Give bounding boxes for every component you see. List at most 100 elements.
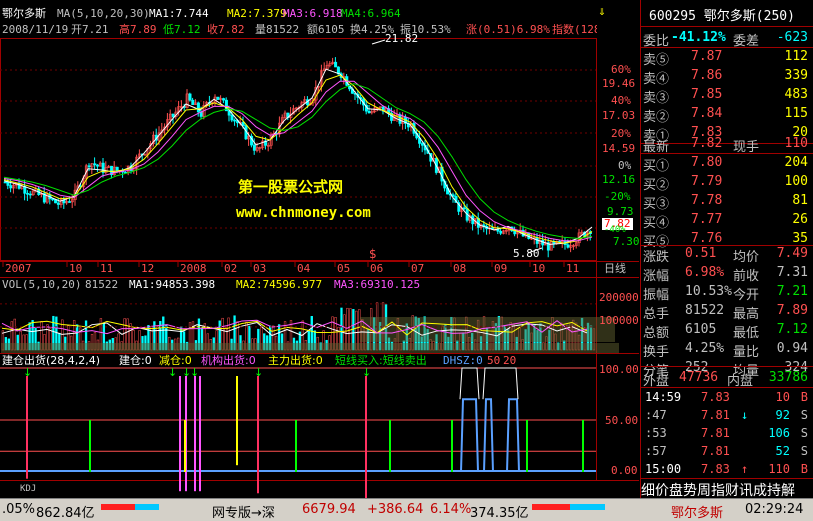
x-tick-label: 06	[370, 262, 384, 275]
tick-volume: 92	[775, 408, 790, 422]
info-change: 涨(0.51)6.98%	[466, 23, 550, 36]
weicha-value: -623	[776, 30, 808, 45]
candle-body	[93, 163, 97, 166]
peak-price-label: 21.82	[385, 32, 419, 45]
bid-volume: 100	[784, 174, 808, 189]
waipan-row: 外盘 47736 内盘 33786	[641, 368, 813, 389]
sz-pct: 6.14%	[430, 502, 472, 517]
tick-row: :47 7.81 ↓ 92 S	[641, 407, 813, 425]
bid-row[interactable]: 买① 7.80 204	[641, 153, 813, 174]
candle-body	[196, 102, 200, 113]
stat-value: 10.53%	[685, 284, 732, 299]
price-label: 19.46	[602, 77, 636, 90]
price-label: 14.59	[602, 142, 636, 155]
chart-canvas[interactable]: $↓ ↓ ↓↓ ↓ ↓	[0, 0, 639, 498]
x-tick-label: 10	[69, 262, 83, 275]
ma1-value: MA1:7.744	[149, 7, 209, 20]
status-center-label[interactable]: 网专版→深	[212, 502, 275, 521]
info-volume: 量81522	[255, 23, 300, 36]
stat-value: 0.94	[776, 341, 808, 356]
tick-price: 7.81	[701, 444, 730, 458]
last-price: 7.82	[691, 136, 723, 151]
tick-side: S	[800, 408, 808, 422]
stat-row: 总手 81522 最高 7.89	[641, 301, 813, 322]
bottom-tabs[interactable]: 细价盘势周指财讯成持解	[641, 478, 813, 499]
candle-body	[566, 244, 570, 248]
x-tick-label: 05	[337, 262, 351, 275]
status-left-amt: 862.84亿	[36, 506, 95, 521]
bid-volume: 81	[792, 193, 808, 208]
low-price-label: 5.80	[513, 247, 540, 260]
stock-name-label: 鄂尔多斯	[2, 7, 46, 20]
tick-price: 7.81	[701, 408, 730, 422]
x-tick-label: 07	[411, 262, 425, 275]
candle-body	[188, 93, 192, 101]
watermark-title: 第一股票公式网	[238, 178, 344, 196]
jgch-label: 机构出货:0	[201, 354, 256, 367]
x-tick-label: 2008	[180, 262, 207, 275]
buy-arrow-icon: ↓	[190, 366, 199, 379]
indicator-label: 建仓出货(28,4,2,4)	[2, 354, 101, 367]
candle-body	[9, 185, 13, 189]
stat-value: 7.12	[776, 322, 808, 337]
tick-time: :57	[645, 444, 667, 458]
tick-volume: 106	[768, 426, 790, 440]
candle-body	[462, 207, 466, 210]
candle-body	[6, 181, 10, 186]
buy-arrow-icon: ↓	[168, 366, 177, 379]
dxmr-label: 短线买入:短线卖出	[335, 354, 427, 367]
bid-row[interactable]: 买② 7.79 100	[641, 172, 813, 193]
tick-price: 7.83	[701, 462, 730, 476]
meter-cyan	[135, 504, 159, 510]
scroll-down-icon[interactable]: ⇓	[598, 5, 606, 18]
chart-area[interactable]: $ ↓ ↓ ↓ ↓ ↓ ↓ 鄂尔多斯 MA(5,10,20,30) MA1:7.744 MA…	[0, 0, 640, 498]
info-open: 开7.21	[71, 23, 109, 36]
ma2-value: MA2:7.379	[227, 7, 287, 20]
ask-row[interactable]: 卖② 7.84 115	[641, 104, 813, 125]
candle-body	[26, 193, 30, 195]
ask-row[interactable]: 卖③ 7.85 483	[641, 85, 813, 106]
vol-ma3: MA3:69310.125	[334, 278, 421, 291]
meter-red	[101, 504, 135, 510]
x-tick-label: 12	[141, 262, 155, 275]
vol-ma1: MA1:94853.398	[129, 278, 216, 291]
info-high: 高7.89	[119, 23, 157, 36]
bid-row[interactable]: 买③ 7.78 81	[641, 191, 813, 212]
vol-value: 81522	[85, 278, 119, 291]
candle-body	[334, 61, 338, 68]
quote-bottom-tabs: 细价盘势周指财讯成持解	[641, 483, 795, 499]
info-date: 2008/11/19	[2, 23, 69, 36]
status-left-pct: .05%	[2, 502, 36, 517]
tab-kdj[interactable]: KDJ	[20, 483, 36, 495]
ask-volume: 483	[784, 87, 808, 102]
period-label[interactable]: 日线	[604, 263, 626, 275]
ask-row[interactable]: 卖④ 7.86 339	[641, 66, 813, 87]
ask-volume: 115	[784, 106, 808, 121]
tick-time: :47	[645, 408, 667, 422]
x-tick-label: 11	[100, 262, 114, 275]
divider	[641, 366, 813, 367]
stat-row: 涨幅 6.98% 前收 7.31	[641, 263, 813, 284]
ask-volume: 112	[784, 49, 808, 64]
ma3-value: MA3:6.918	[283, 7, 343, 20]
candle-body	[56, 202, 60, 205]
stat-row: 换手 4.25% 量比 0.94	[641, 339, 813, 360]
tick-time: 15:00	[645, 462, 682, 476]
bid-row[interactable]: 买④ 7.77 26	[641, 210, 813, 231]
buy-arrow-icon: ↓	[362, 366, 371, 379]
ask-row[interactable]: 卖⑤ 7.87 112	[641, 47, 813, 68]
meter-red-2	[532, 504, 570, 510]
bid-volume: 204	[784, 155, 808, 170]
info-amount: 额6105	[307, 23, 345, 36]
last-price-row: 最新 7.82 现手 110	[641, 134, 813, 155]
candle-body	[398, 114, 402, 124]
x-tick-label: 11	[566, 262, 580, 275]
info-close: 收7.82	[207, 23, 245, 36]
x-tick-label: 09	[494, 262, 508, 275]
tick-side: B	[800, 390, 808, 404]
candle-body	[28, 193, 32, 196]
x-tick-label: 02	[224, 262, 238, 275]
stat-row: 振幅 10.53% 今开 7.21	[641, 282, 813, 303]
pct-label: 40%	[611, 94, 631, 107]
stat-value: 7.49	[776, 246, 808, 261]
